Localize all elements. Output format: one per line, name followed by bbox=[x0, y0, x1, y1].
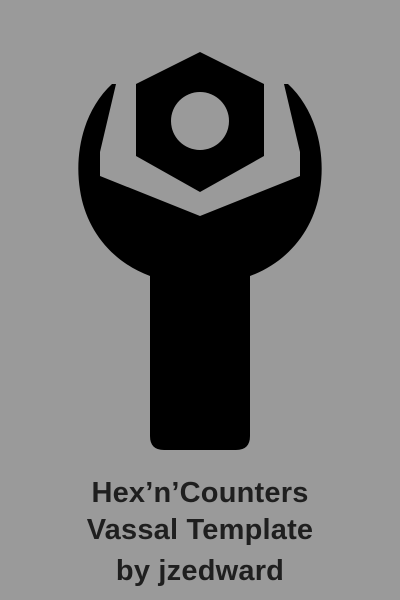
title-line: Hex’n’Counters bbox=[91, 477, 309, 509]
author-line: by jzedward bbox=[115, 555, 285, 587]
wrench-and-hex-nut-icon bbox=[78, 52, 322, 450]
subtitle-line: Vassal Template bbox=[86, 514, 314, 546]
splash-screen: Hex’n’Counters Vassal Template by jzedwa… bbox=[0, 0, 400, 600]
nut-hole bbox=[171, 92, 229, 150]
